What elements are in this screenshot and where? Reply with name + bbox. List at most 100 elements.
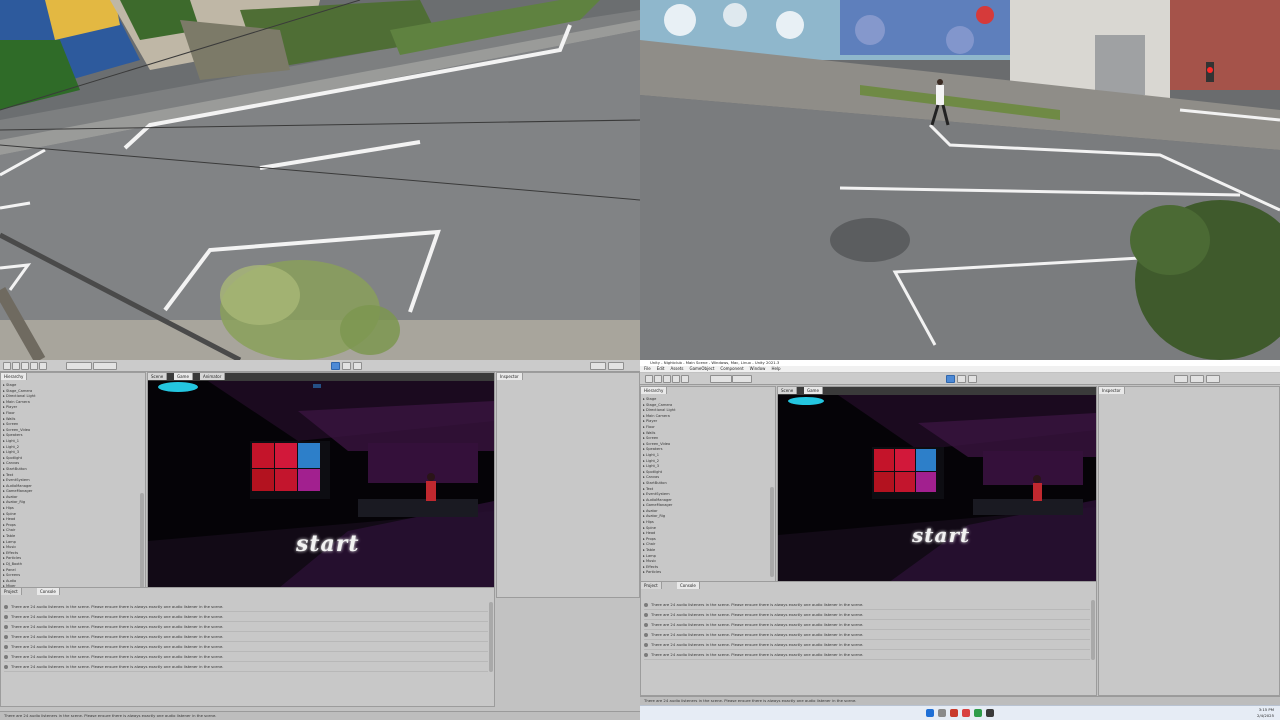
global-toggle[interactable] [732,375,752,383]
unity-icon[interactable] [986,709,994,717]
game-view[interactable]: start [778,395,1096,583]
tab-scene[interactable]: Scene [778,387,798,394]
system-tray-clock[interactable]: 3:15 PM 2/4/2025 [1257,707,1274,718]
search-icon[interactable] [938,709,946,717]
console-entry[interactable]: There are 24 audio listeners in the scen… [644,650,1090,660]
hierarchy-scrollbar[interactable] [770,487,774,577]
console-entry[interactable]: There are 24 audio listeners in the scen… [4,622,488,632]
pause-button[interactable] [957,375,966,383]
inspector-panel: Inspector [1098,386,1280,696]
console-entry[interactable]: There are 24 audio listeners in the scen… [4,602,488,612]
console-scrollbar[interactable] [1091,600,1095,660]
start-text[interactable]: start [912,523,970,547]
global-toggle[interactable] [93,362,117,370]
start-text[interactable]: start [296,531,360,557]
move-tool-button[interactable] [12,362,20,370]
info-icon [644,603,648,607]
status-bar: There are 24 audio listeners in the scen… [640,696,1280,705]
hierarchy-item[interactable]: ▸ Particles [643,570,773,576]
game-view[interactable]: start [148,381,494,597]
move-tool-button[interactable] [654,375,662,383]
editor-toolbar [640,373,1280,385]
hierarchy-scrollbar[interactable] [140,493,144,593]
info-icon [4,605,8,609]
scale-tool-button[interactable] [672,375,680,383]
console-entry[interactable]: There are 24 audio listeners in the scen… [644,640,1090,650]
chrome-icon[interactable] [974,709,982,717]
info-icon [4,645,8,649]
layers-dropdown[interactable] [1190,375,1204,383]
tab-inspector[interactable]: Inspector [497,373,523,380]
unity-editor-left: Hierarchy ▸ Stage ▸ Stage_Camera ▸ Directi… [0,360,640,720]
tab-game[interactable]: Game [804,387,823,394]
browser-icon[interactable] [950,709,958,717]
pause-button[interactable] [342,362,351,370]
menu-bar: File Edit Assets GameObject Component Window H… [640,366,1280,372]
play-button[interactable] [946,375,955,383]
console-entry[interactable]: There are 24 audio listeners in the scen… [4,662,488,672]
pivot-toggle[interactable] [710,375,732,383]
pivot-toggle[interactable] [66,362,92,370]
layers-dropdown[interactable] [590,362,606,370]
game-panel: Scene Game Animator start [147,372,495,598]
console-entry[interactable]: There are 24 audio listeners in the scen… [4,642,488,652]
info-icon [4,655,8,659]
layout-dropdown[interactable] [1206,375,1220,383]
rotate-tool-button[interactable] [21,362,29,370]
start-menu-icon[interactable] [926,709,934,717]
menu-item[interactable]: Component [720,366,743,371]
tab-project[interactable]: Project [641,582,662,589]
menu-item[interactable]: Window [750,366,766,371]
console-panel: Project Console There are 24 audio liste… [640,581,1097,696]
hierarchy-panel: Hierarchy ▸ Stage ▸ Stage_Camera ▸ Directi… [0,372,146,598]
step-button[interactable] [968,375,977,383]
street-camera-feed-2 [640,0,1280,360]
tab-hierarchy[interactable]: Hierarchy [641,387,668,394]
tab-inspector[interactable]: Inspector [1099,387,1125,394]
console-entry[interactable]: There are 24 audio listeners in the scen… [4,612,488,622]
tab-scene[interactable]: Scene [148,373,168,380]
console-entry[interactable]: There are 24 audio listeners in the scen… [644,620,1090,630]
maps-icon[interactable] [962,709,970,717]
tab-animator[interactable]: Animator [200,373,226,380]
console-entry[interactable]: There are 24 audio listeners in the scen… [644,630,1090,640]
windows-taskbar: 3:15 PM 2/4/2025 [640,705,1280,720]
menu-item[interactable]: Edit [657,366,665,371]
info-icon [644,613,648,617]
step-button[interactable] [353,362,362,370]
console-entry[interactable]: There are 24 audio listeners in the scen… [644,610,1090,620]
tab-console[interactable]: Console [677,582,700,589]
info-icon [4,615,8,619]
tab-hierarchy[interactable]: Hierarchy [1,373,28,380]
nightclub-scene [778,395,1096,583]
rect-tool-button[interactable] [681,375,689,383]
scale-tool-button[interactable] [30,362,38,370]
info-icon [644,643,648,647]
street-camera-feed-1 [0,0,640,360]
console-entry[interactable]: There are 24 audio listeners in the scen… [644,600,1090,610]
info-icon [644,633,648,637]
account-dropdown[interactable] [1174,375,1188,383]
menu-item[interactable]: Assets [670,366,683,371]
hierarchy-list: ▸ Stage ▸ Stage_Camera ▸ Directional Light… [643,397,773,576]
unity-editor-right: Unity - Nightclub - Main Scene - Windows… [640,360,1280,720]
hand-tool-button[interactable] [3,362,11,370]
info-icon [644,623,648,627]
tab-project[interactable]: Project [1,588,22,595]
rect-tool-button[interactable] [39,362,47,370]
rotate-tool-button[interactable] [663,375,671,383]
layout-dropdown[interactable] [608,362,624,370]
console-entry[interactable]: There are 24 audio listeners in the scen… [4,632,488,642]
status-bar: There are 24 audio listeners in the scen… [0,711,640,720]
tab-game[interactable]: Game [174,373,193,380]
info-icon [4,665,8,669]
console-scrollbar[interactable] [489,602,493,672]
menu-item[interactable]: File [644,366,651,371]
menu-item[interactable]: GameObject [689,366,714,371]
menu-item[interactable]: Help [771,366,780,371]
hand-tool-button[interactable] [645,375,653,383]
console-entry[interactable]: There are 24 audio listeners in the scen… [4,652,488,662]
tab-console[interactable]: Console [37,588,60,595]
play-button[interactable] [331,362,340,370]
info-icon [4,635,8,639]
